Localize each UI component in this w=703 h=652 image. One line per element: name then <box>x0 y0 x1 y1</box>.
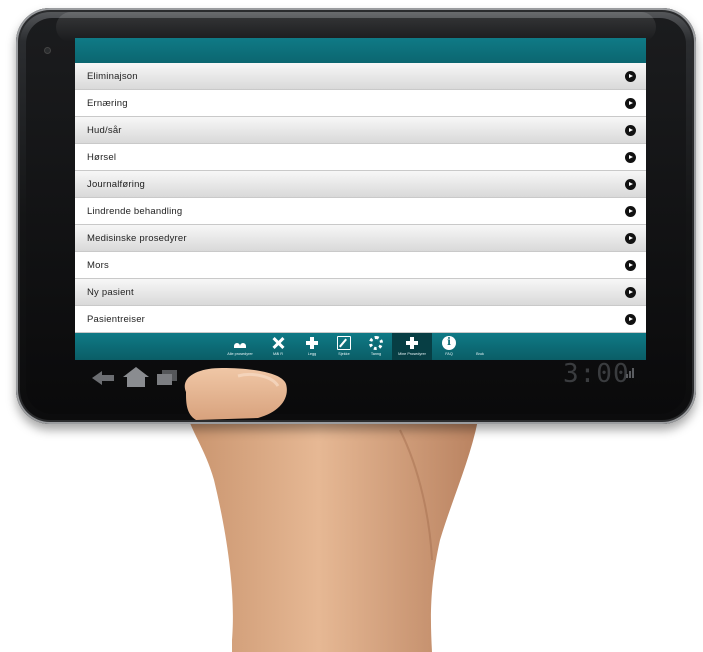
tab-label: Alle prosedyrer <box>227 352 253 356</box>
blank-icon <box>473 336 487 350</box>
tablet-screen: Eliminajson Ernæring Hud/sår Hørsel Jour… <box>75 38 646 360</box>
chevron-right-icon[interactable] <box>625 314 636 325</box>
home-icon[interactable] <box>122 366 150 388</box>
tab-legg[interactable]: Legg <box>295 333 329 360</box>
bottom-tab-bar: Alle prosedyrer Mål R Legg Sjekke Tanng … <box>75 333 646 360</box>
procedure-category-list: Eliminajson Ernæring Hud/sår Hørsel Jour… <box>75 63 646 333</box>
list-item[interactable]: Lindrende behandling <box>75 198 646 225</box>
chevron-right-icon[interactable] <box>625 152 636 163</box>
plus-icon <box>305 336 319 350</box>
tab-label: Mine Prosedyrer <box>398 352 426 356</box>
list-item-label: Journalføring <box>87 178 146 190</box>
users-icon <box>233 336 247 350</box>
chevron-right-icon[interactable] <box>625 179 636 190</box>
list-item[interactable]: Hud/sår <box>75 117 646 144</box>
signal-icon <box>626 368 634 378</box>
list-item[interactable]: Pasientreiser <box>75 306 646 333</box>
tab-label: Bruk <box>476 352 484 356</box>
close-icon <box>271 336 285 350</box>
tab-sjekke[interactable]: Sjekke <box>327 333 361 360</box>
tab-label: Sjekke <box>338 352 350 356</box>
tab-label: Tanng <box>370 352 382 356</box>
list-item-label: Medisinske prosedyrer <box>87 232 187 244</box>
recent-apps-icon[interactable] <box>156 369 178 386</box>
list-item[interactable]: Ernæring <box>75 90 646 117</box>
list-item-label: Ernæring <box>87 97 128 109</box>
list-item-label: Hørsel <box>87 151 117 163</box>
list-item[interactable]: Journalføring <box>75 171 646 198</box>
list-item-label: Eliminajson <box>87 70 138 82</box>
list-item-label: Mors <box>87 259 109 271</box>
gear-icon <box>369 336 383 350</box>
tab-label: FAQ <box>445 352 453 356</box>
tab-label: Legg <box>307 352 317 356</box>
chevron-right-icon[interactable] <box>625 260 636 271</box>
app-header-bar <box>75 38 646 63</box>
chevron-right-icon[interactable] <box>625 233 636 244</box>
chevron-right-icon[interactable] <box>625 206 636 217</box>
chevron-right-icon[interactable] <box>625 71 636 82</box>
tab-faq[interactable]: FAQ <box>432 333 466 360</box>
chevron-right-icon[interactable] <box>625 287 636 298</box>
list-item[interactable]: Ny pasient <box>75 279 646 306</box>
tab-bruk[interactable]: Bruk <box>463 333 497 360</box>
list-item-label: Ny pasient <box>87 286 134 298</box>
front-camera <box>44 47 51 54</box>
list-item[interactable]: Medisinske prosedyrer <box>75 225 646 252</box>
list-item-label: Lindrende behandling <box>87 205 183 217</box>
list-item[interactable]: Hørsel <box>75 144 646 171</box>
status-clock: 3:00 <box>563 359 630 389</box>
edit-icon <box>337 336 351 350</box>
tab-mine-prosedyrer[interactable]: Mine Prosedyrer <box>392 333 432 360</box>
info-icon <box>442 336 456 350</box>
tab-mal-r[interactable]: Mål R <box>261 333 295 360</box>
list-item[interactable]: Eliminajson <box>75 63 646 90</box>
tab-alle-prosedyrer[interactable]: Alle prosedyrer <box>223 333 257 360</box>
back-icon[interactable] <box>90 369 116 387</box>
list-item[interactable]: Mors <box>75 252 646 279</box>
list-item-label: Pasientreiser <box>87 313 146 325</box>
chevron-right-icon[interactable] <box>625 125 636 136</box>
plus-icon <box>405 336 419 350</box>
list-item-label: Hud/sår <box>87 124 122 136</box>
tab-label: Mål R <box>273 352 283 356</box>
chevron-right-icon[interactable] <box>625 98 636 109</box>
tab-tanng[interactable]: Tanng <box>359 333 393 360</box>
